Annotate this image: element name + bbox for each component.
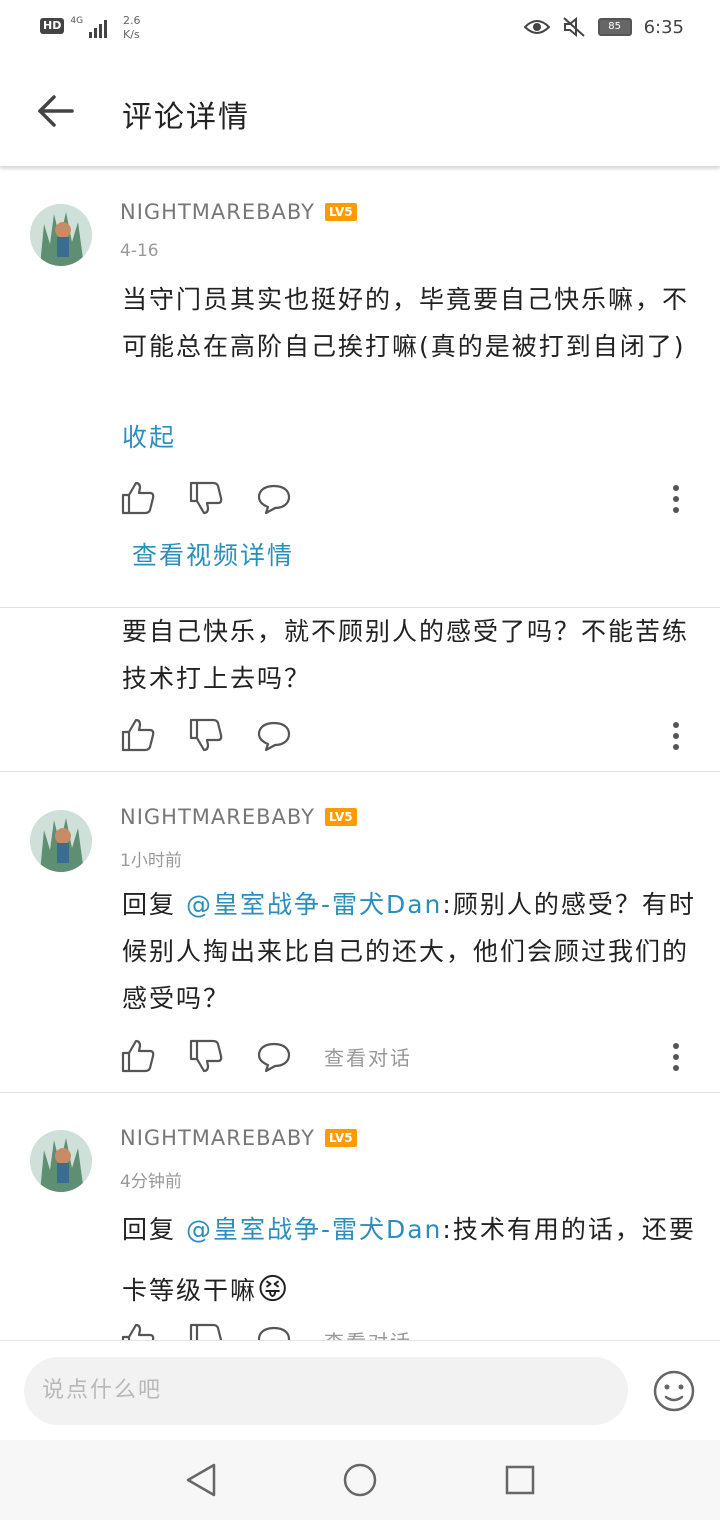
level-badge: LV5 xyxy=(325,808,357,826)
comment-time: 1小时前 xyxy=(120,851,182,871)
avatar[interactable] xyxy=(30,204,92,266)
comment-text: 回复 @皇室战争-雷犬Dan:顾别人的感受？有时候别人掏出来比自己的还大，他们会… xyxy=(122,881,697,1022)
home-circle-icon[interactable] xyxy=(342,1462,378,1498)
reply-prefix: 回复 xyxy=(122,890,186,919)
hd-badge: HD xyxy=(40,18,65,34)
thumb-down-icon[interactable] xyxy=(188,1038,224,1074)
thumb-up-icon[interactable] xyxy=(120,480,156,516)
username[interactable]: NIGHTMAREBABY xyxy=(120,200,315,224)
more-vertical-icon[interactable] xyxy=(672,721,680,751)
divider xyxy=(0,771,720,772)
avatar[interactable] xyxy=(30,1130,92,1192)
chat-bubble-icon[interactable] xyxy=(256,480,292,516)
network-type: 4G xyxy=(70,16,84,26)
thumb-down-icon[interactable] xyxy=(188,480,224,516)
comment-time: 4分钟前 xyxy=(120,1172,182,1192)
status-left: HD 4G 2.6 K/s xyxy=(40,14,141,42)
thumb-up-icon[interactable] xyxy=(120,717,156,753)
comment-text: 要自己快乐，就不顾别人的感受了吗？不能苦练技术打上去吗？ xyxy=(122,617,690,693)
comment-time: 4-16 xyxy=(120,241,159,261)
avatar-image xyxy=(30,1130,92,1192)
username[interactable]: NIGHTMAREBABY xyxy=(120,805,315,829)
divider xyxy=(0,1092,720,1093)
level-badge: LV5 xyxy=(325,1129,357,1147)
mention-link[interactable]: @皇室战争-雷犬Dan xyxy=(186,1215,442,1244)
collapse-link[interactable]: 收起 xyxy=(122,418,176,454)
signal-icon xyxy=(89,16,108,38)
status-bar: HD 4G 2.6 K/s 85 6:35 xyxy=(0,0,720,56)
mute-icon xyxy=(562,16,585,38)
emoji-sticker-icon: 😝 xyxy=(257,1272,291,1307)
username[interactable]: NIGHTMAREBABY xyxy=(120,1126,315,1150)
view-conversation-link[interactable]: 查看对话 xyxy=(324,1042,412,1071)
comment-header: NIGHTMAREBABY LV5 xyxy=(120,200,357,224)
back-triangle-icon[interactable] xyxy=(184,1462,218,1498)
more-vertical-icon[interactable] xyxy=(672,1042,680,1072)
reply-prefix: 回复 xyxy=(122,1215,186,1244)
mention-link[interactable]: @皇室战争-雷犬Dan xyxy=(186,890,442,919)
comment-header: NIGHTMAREBABY LV5 xyxy=(120,805,357,829)
comment-text: 回复 @皇室战争-雷犬Dan:技术有用的话，还要卡等级干嘛😝 xyxy=(122,1200,697,1321)
status-right: 85 6:35 xyxy=(523,16,684,38)
back-arrow-icon[interactable] xyxy=(36,94,76,128)
page-title: 评论详情 xyxy=(122,100,250,135)
chat-bubble-icon[interactable] xyxy=(256,1038,292,1074)
comment-input-bar: 说点什么吧 xyxy=(0,1340,720,1441)
system-nav-bar xyxy=(0,1440,720,1520)
more-vertical-icon[interactable] xyxy=(672,484,680,514)
level-badge: LV5 xyxy=(325,203,357,221)
comment-text: 当守门员其实也挺好的，毕竟要自己快乐嘛，不可能总在高阶自己挨打嘛(真的是被打到自… xyxy=(122,285,690,361)
app-header: 评论详情 xyxy=(0,56,720,167)
thumb-up-icon[interactable] xyxy=(120,1038,156,1074)
clock: 6:35 xyxy=(643,16,684,38)
smiley-icon[interactable] xyxy=(652,1369,696,1413)
view-video-details-link[interactable]: 查看视频详情 xyxy=(132,536,294,572)
thumb-down-icon[interactable] xyxy=(188,717,224,753)
avatar-image xyxy=(30,810,92,872)
battery-icon: 85 xyxy=(597,18,632,36)
speed-value: 2.6 xyxy=(123,14,141,27)
eye-icon xyxy=(523,20,550,34)
avatar[interactable] xyxy=(30,810,92,872)
chat-bubble-icon[interactable] xyxy=(256,717,292,753)
comment-header: NIGHTMAREBABY LV5 xyxy=(120,1126,357,1150)
comment-input[interactable]: 说点什么吧 xyxy=(24,1357,628,1425)
network-speed: 2.6 K/s xyxy=(123,14,141,42)
recents-square-icon[interactable] xyxy=(504,1464,536,1496)
avatar-image xyxy=(30,204,92,266)
battery-level: 85 xyxy=(608,21,621,32)
comment-actions: 查看对话 xyxy=(120,1038,412,1074)
comment-actions xyxy=(120,717,324,753)
speed-unit: K/s xyxy=(123,28,140,41)
comment-actions xyxy=(120,480,324,516)
